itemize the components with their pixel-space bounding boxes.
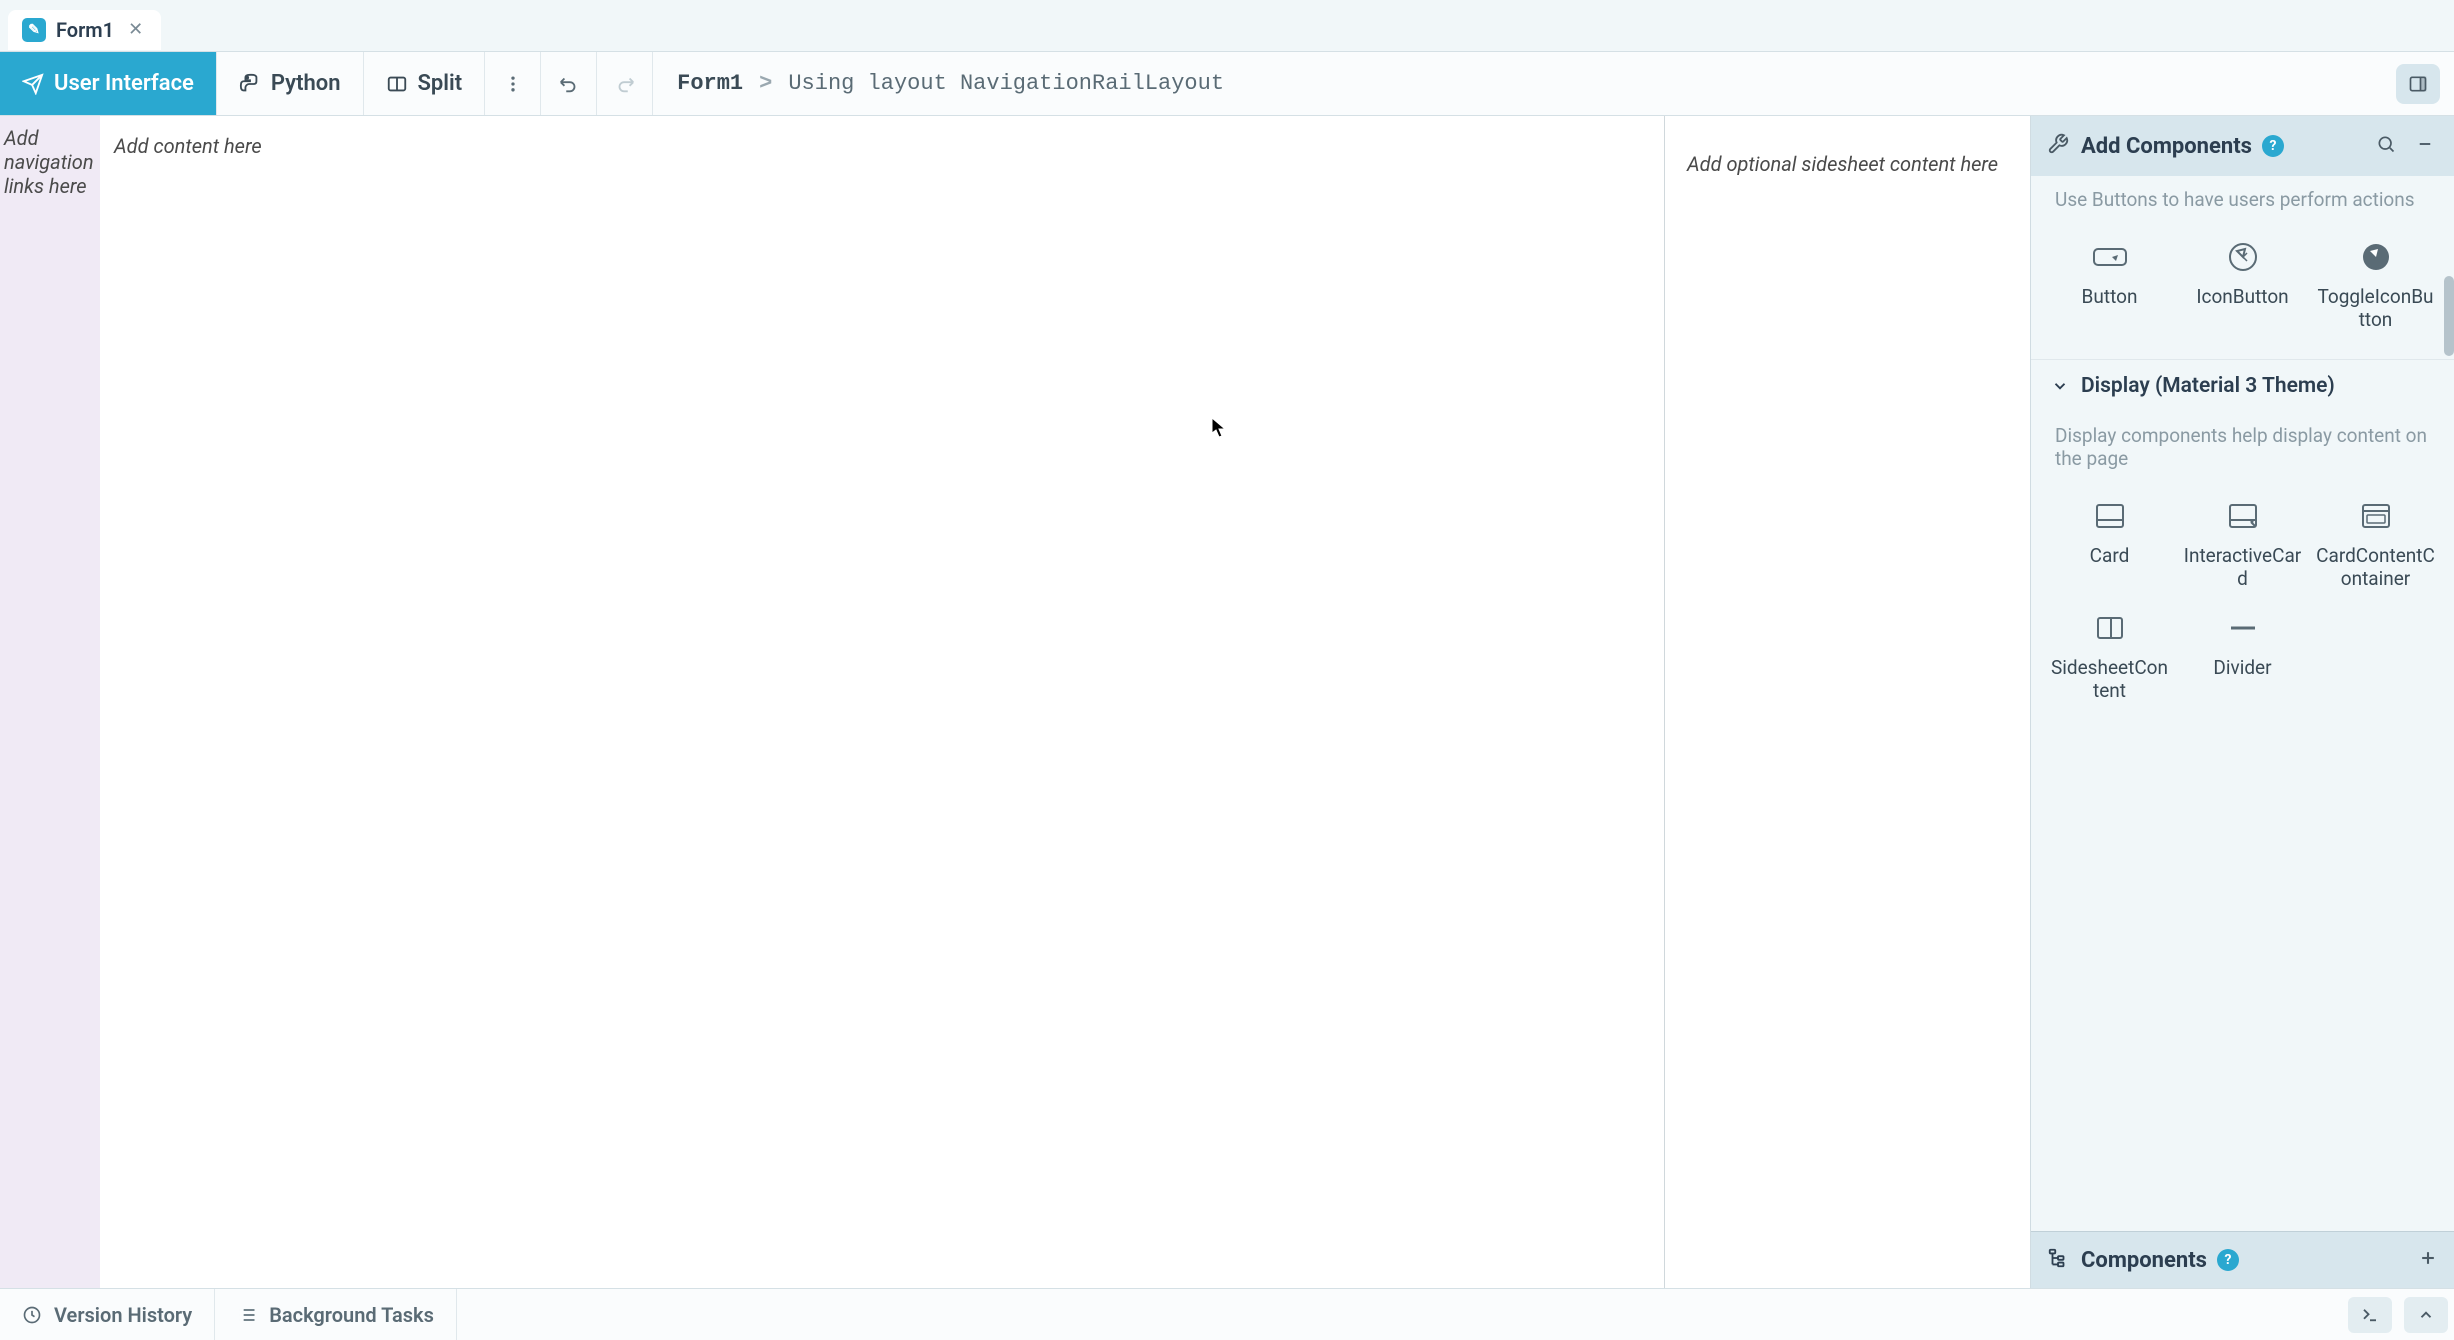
design-canvas[interactable]: Add navigation links here Add content he… bbox=[0, 116, 2030, 1288]
add-components-title: Add Components bbox=[2081, 134, 2252, 159]
help-icon[interactable]: ? bbox=[2262, 135, 2284, 157]
component-label: CardContentContainer bbox=[2315, 544, 2436, 590]
component-label: Button bbox=[2082, 285, 2138, 308]
add-component-button[interactable] bbox=[2418, 1246, 2438, 1274]
background-tasks-button[interactable]: Background Tasks bbox=[215, 1289, 457, 1340]
cardcontentcontainer-icon bbox=[2354, 498, 2398, 534]
component-toggleiconbutton[interactable]: ToggleIconButton bbox=[2311, 231, 2440, 339]
panel-right-icon bbox=[2407, 74, 2429, 94]
tab-ui-label: User Interface bbox=[54, 71, 194, 96]
terminal-icon bbox=[2361, 1306, 2379, 1324]
tab-user-interface[interactable]: User Interface bbox=[0, 52, 217, 115]
tab-form1[interactable]: ✎ Form1 ✕ bbox=[8, 10, 161, 50]
more-menu-button[interactable] bbox=[485, 52, 541, 115]
components-panel: Add Components ? Use Buttons to have use… bbox=[2030, 116, 2454, 1288]
component-cardcontentcontainer[interactable]: CardContentContainer bbox=[2311, 490, 2440, 598]
breadcrumb-separator: > bbox=[759, 71, 772, 96]
sidesheet-placeholder: Add optional sidesheet content here bbox=[1687, 152, 1998, 176]
component-button[interactable]: Button bbox=[2045, 231, 2174, 339]
interactivecard-icon bbox=[2221, 498, 2265, 534]
wrench-icon bbox=[2047, 133, 2069, 159]
toggleiconbutton-icon bbox=[2354, 239, 2398, 275]
search-button[interactable] bbox=[2372, 130, 2400, 162]
undo-icon bbox=[558, 73, 580, 95]
tab-bar: ✎ Form1 ✕ bbox=[0, 0, 2454, 52]
add-components-header: Add Components ? bbox=[2031, 116, 2454, 176]
buttons-section-desc: Use Buttons to have users perform action… bbox=[2031, 176, 2454, 223]
component-divider[interactable]: Divider bbox=[2178, 602, 2307, 710]
console-button[interactable] bbox=[2348, 1297, 2392, 1333]
breadcrumb: Form1 > Using layout NavigationRailLayou… bbox=[653, 71, 2396, 96]
chevron-down-icon bbox=[2051, 377, 2069, 395]
chevron-up-icon bbox=[2417, 1306, 2435, 1324]
components-footer[interactable]: Components ? bbox=[2031, 1231, 2454, 1288]
split-icon bbox=[386, 73, 408, 95]
components-title: Components bbox=[2081, 1248, 2207, 1273]
redo-icon bbox=[614, 73, 636, 95]
component-label: IconButton bbox=[2196, 285, 2288, 308]
divider-icon bbox=[2221, 610, 2265, 646]
history-icon bbox=[22, 1305, 42, 1325]
button-icon bbox=[2088, 239, 2132, 275]
undo-button[interactable] bbox=[541, 52, 597, 115]
component-label: Card bbox=[2090, 544, 2130, 567]
sidesheet-slot[interactable]: Add optional sidesheet content here bbox=[1665, 116, 2030, 1288]
bottom-bar: Version History Background Tasks bbox=[0, 1288, 2454, 1340]
component-label: SidesheetContent bbox=[2049, 656, 2170, 702]
nav-rail-slot[interactable]: Add navigation links here bbox=[0, 116, 100, 1288]
content-placeholder: Add content here bbox=[114, 134, 262, 158]
toggle-panel-button[interactable] bbox=[2396, 64, 2440, 104]
paper-plane-icon bbox=[22, 73, 44, 95]
help-icon[interactable]: ? bbox=[2217, 1249, 2239, 1271]
component-sidesheetcontent[interactable]: SidesheetContent bbox=[2045, 602, 2174, 710]
version-history-button[interactable]: Version History bbox=[0, 1289, 215, 1340]
toolbar: User Interface Python Split Form1 > Usin… bbox=[0, 52, 2454, 116]
display-section-header[interactable]: Display (Material 3 Theme) bbox=[2031, 359, 2454, 412]
nav-placeholder: Add navigation links here bbox=[4, 126, 94, 198]
component-card[interactable]: Card bbox=[2045, 490, 2174, 598]
tab-python-label: Python bbox=[271, 71, 341, 96]
tab-python[interactable]: Python bbox=[217, 52, 364, 115]
breadcrumb-form[interactable]: Form1 bbox=[677, 71, 743, 96]
display-section-title: Display (Material 3 Theme) bbox=[2081, 374, 2335, 398]
component-label: Divider bbox=[2213, 656, 2271, 679]
iconbutton-icon bbox=[2221, 239, 2265, 275]
tasks-icon bbox=[237, 1305, 257, 1325]
component-interactivecard[interactable]: InteractiveCard bbox=[2178, 490, 2307, 598]
card-icon bbox=[2088, 498, 2132, 534]
close-icon[interactable]: ✕ bbox=[124, 19, 147, 40]
tab-split-label: Split bbox=[418, 71, 463, 96]
tree-icon bbox=[2047, 1247, 2069, 1273]
background-tasks-label: Background Tasks bbox=[269, 1303, 434, 1327]
collapse-button[interactable] bbox=[2412, 131, 2438, 161]
search-icon bbox=[2376, 134, 2396, 154]
expand-up-button[interactable] bbox=[2404, 1297, 2448, 1333]
scrollbar-thumb[interactable] bbox=[2444, 276, 2454, 356]
redo-button[interactable] bbox=[597, 52, 653, 115]
tab-title: Form1 bbox=[56, 18, 114, 42]
minus-icon bbox=[2416, 135, 2434, 153]
version-history-label: Version History bbox=[54, 1303, 192, 1327]
tab-split[interactable]: Split bbox=[364, 52, 486, 115]
form-icon: ✎ bbox=[22, 18, 46, 42]
breadcrumb-layout: Using layout NavigationRailLayout bbox=[788, 71, 1224, 96]
component-label: ToggleIconButton bbox=[2315, 285, 2436, 331]
components-scroll[interactable]: Use Buttons to have users perform action… bbox=[2031, 176, 2454, 1231]
component-label: InteractiveCard bbox=[2182, 544, 2303, 590]
python-icon bbox=[239, 73, 261, 95]
display-section-desc: Display components help display content … bbox=[2031, 412, 2454, 482]
dots-vertical-icon bbox=[503, 74, 523, 94]
plus-icon bbox=[2418, 1248, 2438, 1268]
content-slot[interactable]: Add content here bbox=[100, 116, 1665, 1288]
component-iconbutton[interactable]: IconButton bbox=[2178, 231, 2307, 339]
sidesheetcontent-icon bbox=[2088, 610, 2132, 646]
